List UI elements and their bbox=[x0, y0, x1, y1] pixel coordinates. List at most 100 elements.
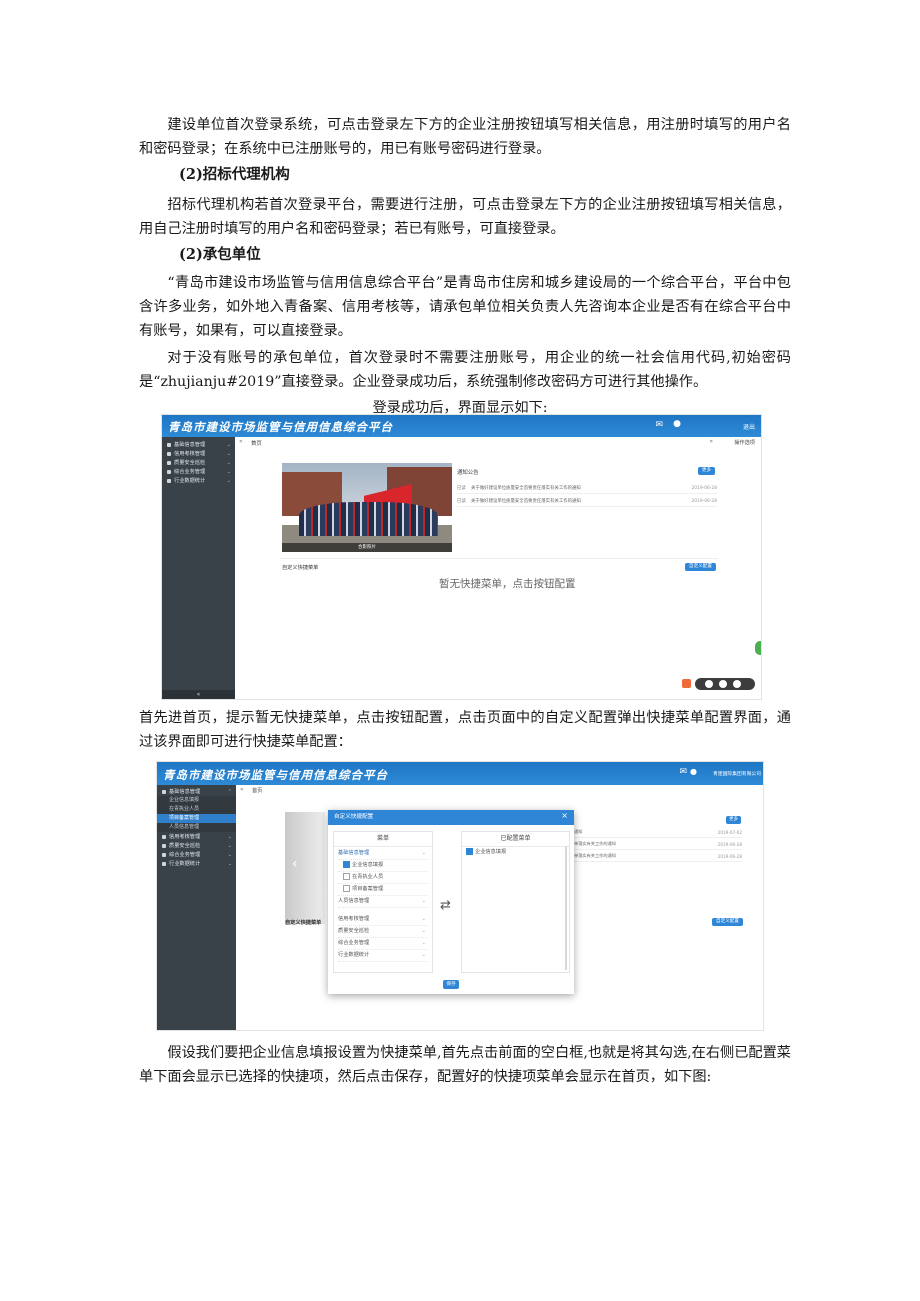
carousel-prev-icon[interactable]: ‹ bbox=[292, 856, 298, 872]
sidebar-item-label: 行业数据统计 bbox=[169, 861, 201, 867]
notice-row[interactable]: 通知 2019-07-02 bbox=[574, 827, 742, 838]
sidebar-item-quality[interactable]: 质量安全巡检 ⌄ bbox=[157, 841, 236, 850]
tab-scroll-left-icon[interactable]: « bbox=[239, 438, 243, 445]
inspection-icon bbox=[162, 843, 166, 848]
grid-icon bbox=[162, 852, 166, 857]
chat-float-icon[interactable] bbox=[755, 641, 761, 655]
top-bar: 青岛市建设市场监管与信用信息综合平台 ✉ ● 退出 bbox=[162, 415, 761, 437]
checkbox-checked[interactable] bbox=[343, 861, 350, 868]
user-company-name[interactable]: 青建国际集团有限公司 bbox=[713, 770, 761, 777]
sidebar-subitem-practitioners[interactable]: 在青执业人员 bbox=[157, 805, 236, 814]
tab-home[interactable]: 首页 bbox=[252, 787, 262, 794]
tree-label: 项目备案管理 bbox=[352, 886, 384, 892]
divider bbox=[280, 558, 718, 559]
configured-column-header: 已配置菜单 bbox=[462, 832, 569, 847]
chevron-up-icon: ⌃ bbox=[227, 788, 232, 795]
paragraph-construction-unit: 建设单位首次登录系统，可点击登录左下方的企业注册按钮填写相关信息，用注册时填写的… bbox=[139, 117, 791, 157]
notice-title-text: 关于做好建设单位质量安全首要责任落实有关工作的通知 bbox=[471, 499, 581, 504]
quick-menu-title: 自定义快捷菜单 bbox=[282, 565, 319, 571]
app-icon[interactable] bbox=[682, 679, 691, 688]
float-toolbar[interactable] bbox=[682, 678, 755, 690]
sidebar-item-label: 基础信息管理 bbox=[174, 442, 206, 448]
sidebar-item-credit[interactable]: 信用考核管理 ⌄ bbox=[157, 832, 236, 841]
tree-label: 人员信息管理 bbox=[338, 898, 370, 904]
sidebar-item-quality[interactable]: 质量安全巡检 ⌄ bbox=[162, 458, 235, 467]
chart-icon bbox=[167, 478, 171, 483]
user-icon[interactable]: ● bbox=[690, 767, 697, 776]
tree-checkbox-company-info[interactable]: 企业信息填报 bbox=[338, 860, 428, 872]
tree-group-business[interactable]: 综合业务管理 ⌄ bbox=[338, 938, 428, 950]
save-button[interactable]: 保存 bbox=[443, 980, 459, 989]
tree-group-statistics[interactable]: 行业数据统计 ⌄ bbox=[338, 950, 428, 962]
menu-icon bbox=[167, 442, 171, 447]
notice-row[interactable]: 单落实有关工作的通知 2019-06-28 bbox=[574, 839, 742, 850]
tree-group-credit[interactable]: 信用考核管理 ⌄ bbox=[338, 914, 428, 926]
notice-row[interactable]: 已读 关于做好建设单位质量安全首要责任落实有关工作的通知 2019-06-28 bbox=[457, 496, 717, 507]
chevron-down-icon: ⌄ bbox=[227, 860, 232, 867]
sidebar-item-credit[interactable]: 信用考核管理 ⌄ bbox=[162, 449, 235, 458]
sidebar-item-basic-info[interactable]: 基础信息管理 ⌃ bbox=[157, 787, 236, 796]
quick-menu-title: 自定义快捷菜单 bbox=[285, 920, 322, 926]
checkbox[interactable] bbox=[343, 873, 350, 880]
sidebar-item-statistics[interactable]: 行业数据统计 ⌄ bbox=[157, 859, 236, 868]
sidebar-item-label: 质量安全巡检 bbox=[174, 460, 206, 466]
notice-date: 2019-06-28 bbox=[717, 853, 742, 859]
more-button[interactable]: 更多 bbox=[726, 816, 741, 824]
sidebar-item-business[interactable]: 综合业务管理 ⌄ bbox=[162, 467, 235, 476]
mail-icon[interactable]: ✉ bbox=[655, 420, 663, 430]
user-icon[interactable]: ● bbox=[673, 419, 681, 429]
notice-title-text: 通知 bbox=[574, 829, 583, 834]
tree-group-quality[interactable]: 质量安全巡检 ⌄ bbox=[338, 926, 428, 938]
tab-scroll-right-icon[interactable]: » bbox=[709, 438, 713, 445]
notice-row[interactable]: 已读 关于做好建设单位质量安全首要责任落实有关工作的通知 2019-06-28 bbox=[457, 483, 717, 494]
menu-icon bbox=[162, 789, 166, 794]
carousel-photo[interactable]: 合影照片 bbox=[282, 463, 452, 552]
chevron-down-icon: ⌄ bbox=[227, 851, 232, 858]
sidebar-collapse-button[interactable]: « bbox=[162, 690, 235, 699]
custom-config-button[interactable]: 自定义配置 bbox=[685, 563, 716, 571]
mail-icon[interactable]: ✉ bbox=[679, 767, 687, 777]
tree-label: 综合业务管理 bbox=[338, 940, 370, 946]
sidebar-item-label: 信用考核管理 bbox=[169, 834, 201, 840]
chart-icon bbox=[162, 861, 166, 866]
sidebar-item-label: 基础信息管理 bbox=[169, 789, 201, 795]
configured-item[interactable]: 企业信息填报 bbox=[466, 847, 565, 858]
tree-group-personnel[interactable]: 人员信息管理 ⌄ bbox=[338, 896, 428, 908]
keyboard-icon[interactable] bbox=[719, 680, 727, 688]
mic-icon[interactable] bbox=[705, 680, 713, 688]
sidebar-item-business[interactable]: 综合业务管理 ⌄ bbox=[157, 850, 236, 859]
sidebar-item-label: 信用考核管理 bbox=[174, 451, 206, 457]
sidebar-subitem-company-info[interactable]: 企业信息填报 bbox=[157, 796, 236, 805]
tab-scroll-left-icon[interactable]: « bbox=[240, 786, 244, 793]
checkbox-checked[interactable] bbox=[466, 848, 473, 855]
checkbox[interactable] bbox=[343, 885, 350, 892]
transfer-arrows-icon[interactable]: ⇄ bbox=[440, 898, 451, 913]
sidebar-item-label: 综合业务管理 bbox=[174, 469, 206, 475]
tree-label: 基础信息管理 bbox=[338, 850, 370, 856]
scrollbar[interactable] bbox=[565, 846, 567, 970]
tree-label: 行业数据统计 bbox=[338, 952, 370, 958]
tab-home[interactable]: 首页 bbox=[251, 439, 262, 447]
settings-icon[interactable] bbox=[733, 680, 741, 688]
inspection-icon bbox=[167, 460, 171, 465]
custom-config-button[interactable]: 自定义配置 bbox=[712, 918, 743, 926]
sidebar-item-statistics[interactable]: 行业数据统计 ⌄ bbox=[162, 476, 235, 485]
carousel-placeholder[interactable]: ‹ bbox=[285, 812, 325, 924]
paragraph-bidding-agency: 招标代理机构若首次登录平台，需要进行注册，可点击登录左下方的企业注册按钮填写相关… bbox=[139, 197, 791, 237]
tree-group-basic-info[interactable]: 基础信息管理 ⌄ bbox=[338, 848, 428, 860]
sidebar-item-basic-info[interactable]: 基础信息管理 ⌄ bbox=[162, 440, 235, 449]
sidebar-item-label: 行业数据统计 bbox=[174, 478, 206, 484]
tab-options-dropdown[interactable]: 操作选项 bbox=[734, 439, 755, 446]
sidebar-subitem-personnel[interactable]: 人员信息管理 bbox=[157, 823, 236, 832]
logout-link[interactable]: 退出 bbox=[743, 422, 755, 431]
sidebar: 基础信息管理 ⌃ 企业信息填报 在青执业人员 项目备案管理 人员信息管理 信用考… bbox=[157, 785, 236, 1030]
notice-row[interactable]: 单落实有关工作的通知 2019-06-28 bbox=[574, 851, 742, 862]
close-icon[interactable]: × bbox=[561, 811, 568, 820]
more-button[interactable]: 更多 bbox=[698, 467, 715, 475]
tree-checkbox-project-filing[interactable]: 项目备案管理 bbox=[338, 884, 428, 896]
tree-label: 企业信息填报 bbox=[352, 862, 384, 868]
tree-checkbox-practitioners[interactable]: 在青执业人员 bbox=[338, 872, 428, 884]
sidebar-subitem-project-filing[interactable]: 项目备案管理 bbox=[157, 814, 236, 823]
main-content: 合影照片 通知公告 更多 已读 关于做好建设单位质量安全首要责任落实有关工作的通… bbox=[235, 448, 761, 699]
shield-icon bbox=[162, 834, 166, 839]
